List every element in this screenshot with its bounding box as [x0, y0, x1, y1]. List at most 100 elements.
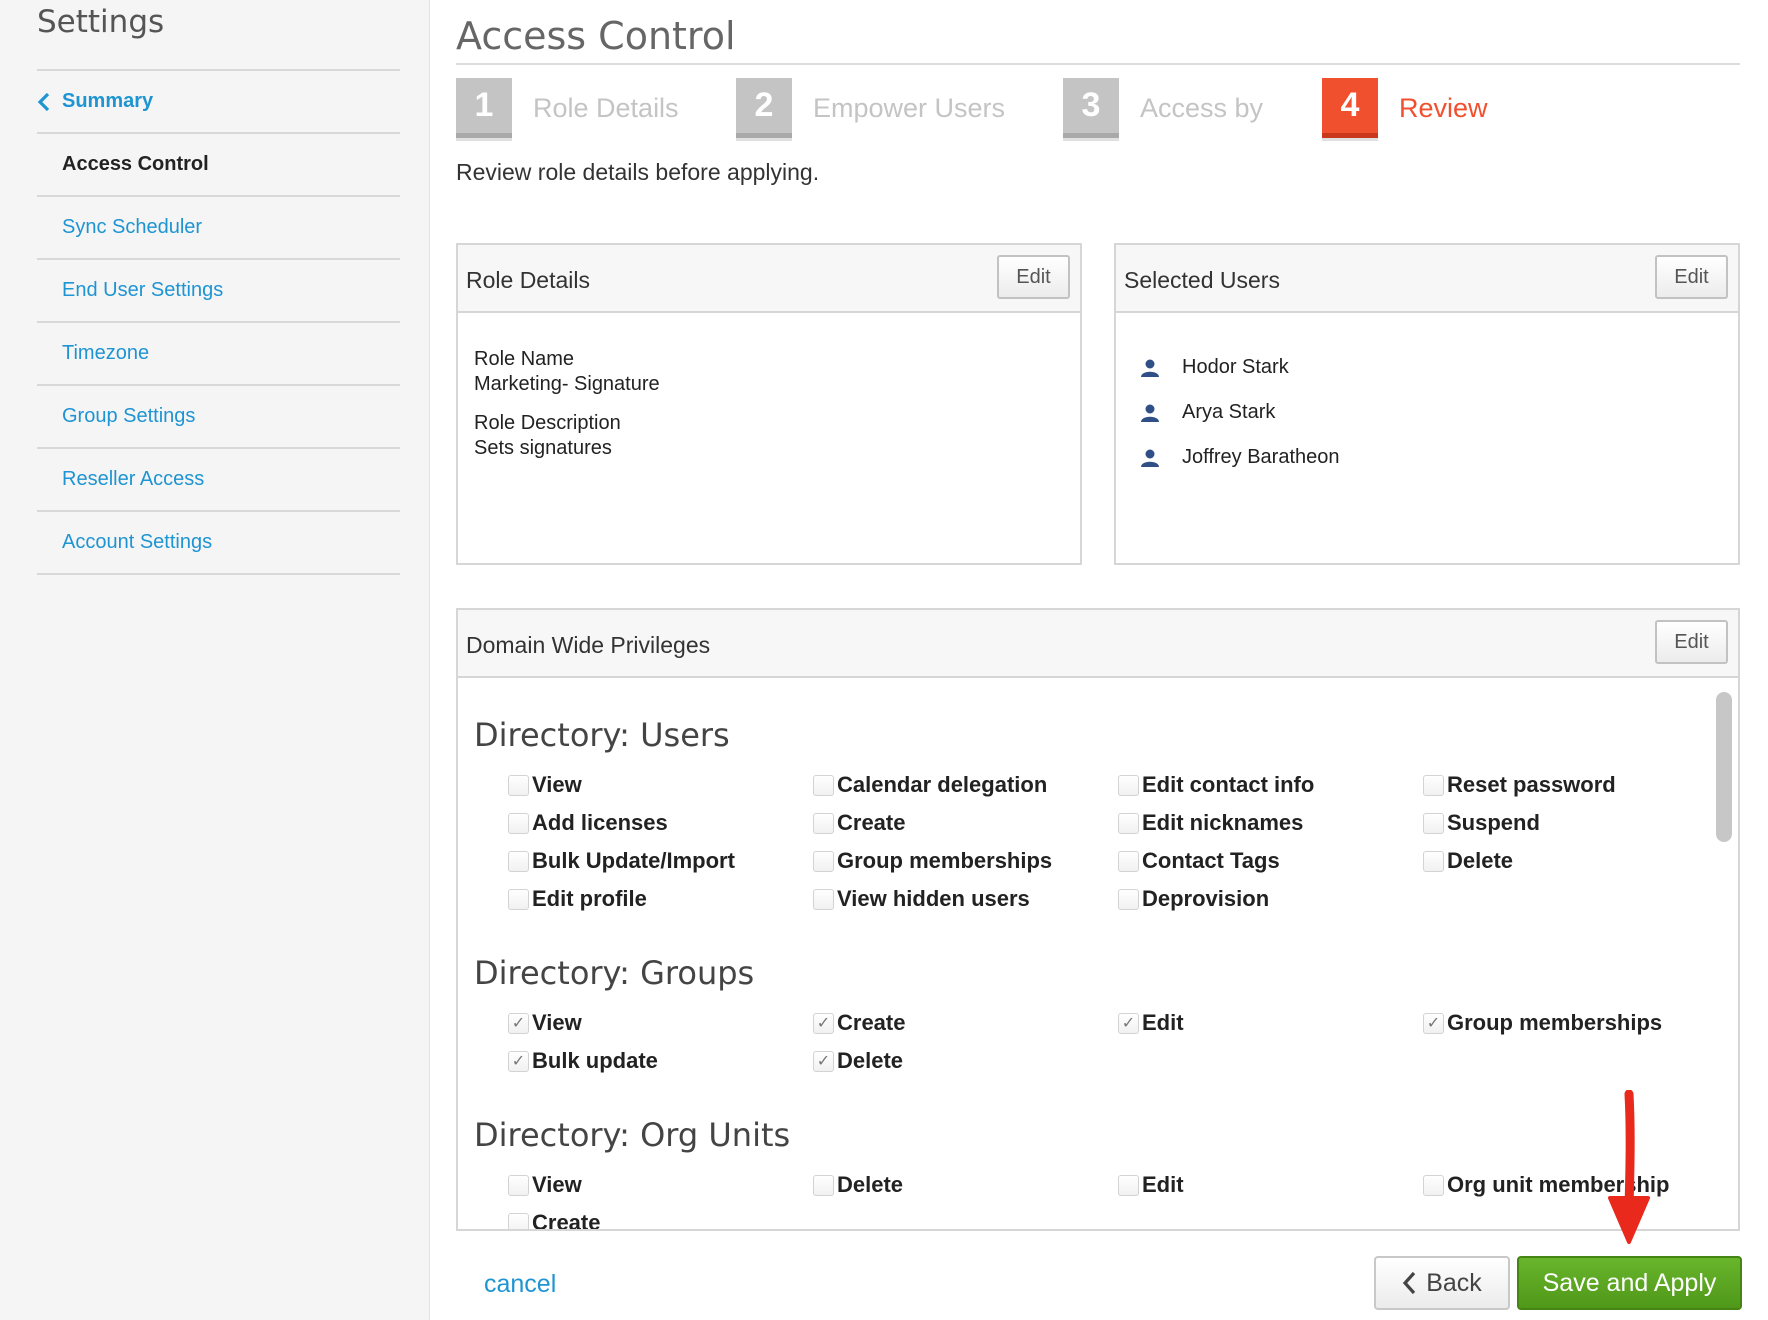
user-icon [1141, 359, 1159, 377]
checkbox-checked[interactable]: ✓ [1423, 1012, 1444, 1034]
checkbox[interactable] [508, 812, 529, 834]
checkbox-item[interactable]: View [474, 768, 779, 802]
sidebar-item-end-user-settings[interactable]: End User Settings [37, 260, 400, 323]
checkbox-label: Edit [1142, 1010, 1184, 1035]
step-review[interactable]: 4 Review [1322, 78, 1488, 138]
checkbox-item[interactable]: Delete [1389, 844, 1689, 878]
checkbox[interactable] [1118, 774, 1139, 796]
checkbox-item[interactable]: ✓ Create [779, 1006, 1084, 1040]
sidebar-item-reseller-access[interactable]: Reseller Access [37, 449, 400, 512]
title-divider [456, 63, 1740, 65]
step-number: 2 [736, 78, 792, 138]
checkbox-label: Calendar delegation [837, 772, 1048, 797]
sidebar-item-label: Group Settings [62, 405, 196, 427]
panel-title: Domain Wide Privileges [466, 632, 711, 658]
checkbox-item[interactable]: View [474, 1168, 779, 1202]
step-number: 4 [1322, 78, 1378, 138]
checkbox-checked[interactable]: ✓ [508, 1012, 529, 1034]
checkbox-item[interactable]: ✓ Bulk update [474, 1044, 779, 1078]
checkbox-item[interactable]: Deprovision [1084, 882, 1389, 916]
checkbox-grid: View Delete Edit Org unit membership Cre… [474, 1168, 1689, 1229]
checkbox[interactable] [1423, 812, 1444, 834]
sidebar-item-timezone[interactable]: Timezone [37, 323, 400, 386]
sidebar-title: Settings [37, 4, 165, 40]
checkbox[interactable] [1118, 1174, 1139, 1196]
checkbox-item[interactable]: Create [779, 806, 1084, 840]
checkbox[interactable] [813, 850, 834, 872]
checkbox[interactable] [508, 1174, 529, 1196]
users-list: Hodor Stark Arya Stark Joffrey Baratheon [1116, 313, 1738, 480]
checkbox[interactable] [813, 774, 834, 796]
user-icon [1141, 404, 1159, 422]
checkmark-icon: ✓ [1426, 1015, 1441, 1032]
sidebar-item-label: Sync Scheduler [62, 216, 203, 238]
checkbox[interactable] [1118, 812, 1139, 834]
checkbox-item[interactable]: Create [474, 1206, 779, 1229]
checkbox[interactable] [508, 1212, 529, 1229]
checkbox-item[interactable]: ✓ Edit [1084, 1006, 1389, 1040]
checkbox-checked[interactable]: ✓ [508, 1050, 529, 1072]
step-role-details[interactable]: 1 Role Details [456, 78, 679, 138]
checkbox[interactable] [508, 774, 529, 796]
main-content: Access Control 1 Role Details 2 Empower … [430, 0, 1768, 1320]
step-empower-users[interactable]: 2 Empower Users [736, 78, 1005, 138]
checkbox-label: Contact Tags [1142, 848, 1280, 873]
list-item: Hodor Stark [1140, 345, 1738, 390]
checkbox-item[interactable]: Reset password [1389, 768, 1689, 802]
checkbox[interactable] [813, 812, 834, 834]
save-and-apply-button[interactable]: Save and Apply [1517, 1256, 1742, 1310]
checkbox-item[interactable]: View hidden users [779, 882, 1084, 916]
wizard-steps: 1 Role Details 2 Empower Users 3 Access … [456, 78, 1746, 144]
checkbox-item[interactable]: Edit profile [474, 882, 779, 916]
domain-privileges-panel: Domain Wide Privileges Edit Directory: U… [456, 608, 1740, 1231]
checkbox-item[interactable]: Suspend [1389, 806, 1689, 840]
checkbox-checked[interactable]: ✓ [813, 1050, 834, 1072]
edit-role-details-button[interactable]: Edit [997, 255, 1070, 299]
scrollbar-thumb[interactable] [1716, 692, 1732, 842]
checkbox[interactable] [508, 850, 529, 872]
cancel-link[interactable]: cancel [484, 1270, 556, 1299]
checkbox[interactable] [1423, 774, 1444, 796]
checkbox-item[interactable]: Contact Tags [1084, 844, 1389, 878]
sidebar-item-summary[interactable]: Summary [37, 71, 400, 134]
role-description-label: Role Description [474, 412, 621, 434]
edit-selected-users-button[interactable]: Edit [1655, 255, 1728, 299]
sidebar-item-group-settings[interactable]: Group Settings [37, 386, 400, 449]
sidebar-item-sync-scheduler[interactable]: Sync Scheduler [37, 197, 400, 260]
section-title: Directory: Org Units [474, 1116, 791, 1154]
checkbox-item[interactable]: ✓ Group memberships [1389, 1006, 1689, 1040]
sidebar-item-label: Reseller Access [62, 468, 205, 490]
checkbox-item[interactable]: Edit contact info [1084, 768, 1389, 802]
checkbox-item[interactable]: ✓ View [474, 1006, 779, 1040]
sidebar-item-access-control[interactable]: Access Control [37, 134, 400, 197]
role-name-value: Marketing- Signature [474, 373, 660, 395]
checkbox-item[interactable]: Edit [1084, 1168, 1389, 1202]
checkbox-item[interactable]: Calendar delegation [779, 768, 1084, 802]
checkbox[interactable] [1118, 850, 1139, 872]
checkbox[interactable] [813, 1174, 834, 1196]
edit-privileges-button[interactable]: Edit [1655, 620, 1728, 664]
checkbox-checked[interactable]: ✓ [1118, 1012, 1139, 1034]
checkbox-item[interactable]: Edit nicknames [1084, 806, 1389, 840]
step-access-by[interactable]: 3 Access by [1063, 78, 1263, 138]
checkbox-checked[interactable]: ✓ [813, 1012, 834, 1034]
checkbox[interactable] [1423, 1174, 1444, 1196]
checkmark-icon: ✓ [816, 1015, 831, 1032]
checkbox-label: Edit profile [532, 886, 647, 911]
checkbox-item[interactable]: Bulk Update/Import [474, 844, 779, 878]
checkbox-item[interactable]: Delete [779, 1168, 1084, 1202]
checkbox-item[interactable]: Group memberships [779, 844, 1084, 878]
privileges-scroll-area[interactable]: Directory: Users View Calendar delegatio… [458, 680, 1738, 1229]
checkbox[interactable] [508, 888, 529, 910]
back-button[interactable]: Back [1374, 1256, 1510, 1310]
user-icon [1141, 449, 1159, 467]
user-name: Joffrey Baratheon [1182, 446, 1340, 468]
checkbox-item[interactable]: ✓ Delete [779, 1044, 1084, 1078]
checkbox[interactable] [1423, 850, 1444, 872]
sidebar-item-account-settings[interactable]: Account Settings [37, 512, 400, 575]
checkbox-label: Group memberships [1447, 1010, 1663, 1035]
checkbox[interactable] [1118, 888, 1139, 910]
checkbox-item[interactable]: Add licenses [474, 806, 779, 840]
checkbox[interactable] [813, 888, 834, 910]
checkmark-icon: ✓ [816, 1053, 831, 1070]
